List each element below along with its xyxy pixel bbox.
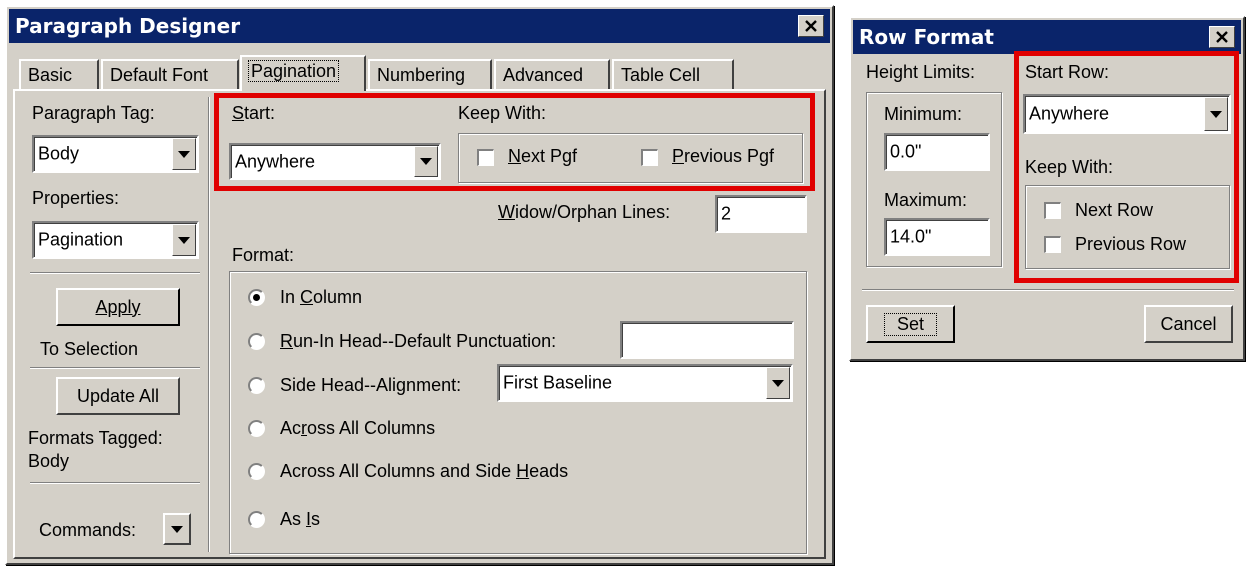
- properties-dropdown-button[interactable]: [172, 224, 196, 256]
- paragraph-tag-combo[interactable]: Body: [32, 135, 199, 173]
- close-button[interactable]: [1209, 26, 1235, 48]
- sidebar-divider: [30, 367, 200, 369]
- in-column-radio[interactable]: [248, 289, 265, 306]
- paragraph-tag-dropdown-button[interactable]: [172, 138, 196, 170]
- properties-label: Properties:: [32, 188, 120, 208]
- radio-selected-dot: [253, 294, 260, 301]
- sidebar-separator: [208, 97, 210, 552]
- maximum-label: Maximum:: [884, 190, 968, 210]
- formats-tagged-label: Formats Tagged:: [28, 428, 163, 448]
- dropdown-arrow-icon: [178, 236, 190, 244]
- cancel-button[interactable]: Cancel: [1144, 305, 1233, 343]
- tab-table-cell[interactable]: Table Cell: [612, 59, 734, 89]
- minimum-label: Minimum:: [884, 104, 963, 124]
- format-label: Format:: [232, 245, 295, 265]
- sidebar-divider: [30, 482, 200, 484]
- paragraph-tag-label: Paragraph Tag:: [32, 103, 155, 123]
- tab-numbering[interactable]: Numbering: [368, 59, 492, 89]
- side-head-alignment-combo[interactable]: First Baseline: [497, 364, 793, 402]
- across-all-columns-side-heads-radio[interactable]: [248, 463, 265, 480]
- close-icon: [805, 20, 817, 32]
- tab-basic[interactable]: Basic: [19, 59, 99, 89]
- maximum-input[interactable]: 14.0": [884, 218, 990, 256]
- commands-dropdown-button[interactable]: [163, 513, 191, 545]
- as-is-label[interactable]: As Is: [280, 509, 320, 530]
- across-all-columns-radio[interactable]: [248, 420, 265, 437]
- as-is-radio[interactable]: [248, 511, 265, 528]
- tab-pagination[interactable]: Pagination: [240, 55, 366, 91]
- widow-orphan-label: Widow/Orphan Lines:: [498, 202, 671, 222]
- side-head-alignment-value: First Baseline: [503, 372, 613, 393]
- highlight-box: [1014, 51, 1239, 283]
- run-in-head-radio[interactable]: [248, 333, 265, 350]
- close-icon: [1216, 31, 1228, 43]
- title-bar[interactable]: Row Format: [853, 20, 1241, 54]
- side-head-alignment-dropdown-button[interactable]: [766, 367, 790, 399]
- window-title: Row Format: [859, 25, 994, 49]
- highlight-box: [214, 93, 815, 191]
- window-title: Paragraph Designer: [15, 14, 241, 38]
- side-head-label[interactable]: Side Head--Alignment:: [280, 375, 461, 396]
- run-in-head-label[interactable]: Run-In Head--Default Punctuation:: [280, 331, 556, 352]
- commands-label: Commands:: [39, 520, 137, 540]
- tab-default-font[interactable]: Default Font: [101, 59, 239, 89]
- apply-button[interactable]: Apply: [56, 288, 180, 326]
- row-format-divider: [862, 289, 1234, 291]
- close-button[interactable]: [798, 15, 824, 37]
- side-head-radio[interactable]: [248, 377, 265, 394]
- across-all-columns-side-heads-label[interactable]: Across All Columns and Side Heads: [280, 461, 568, 482]
- dropdown-arrow-icon: [178, 150, 190, 158]
- properties-value: Pagination: [38, 229, 124, 250]
- dropdown-arrow-icon: [772, 379, 784, 387]
- title-bar[interactable]: Paragraph Designer: [9, 9, 830, 43]
- tab-advanced[interactable]: Advanced: [494, 59, 610, 89]
- formats-tagged-value: Body: [28, 451, 70, 471]
- in-column-label[interactable]: In Column: [280, 287, 362, 308]
- sidebar-divider: [30, 272, 200, 274]
- across-all-columns-label[interactable]: Across All Columns: [280, 418, 435, 439]
- height-limits-label: Height Limits:: [866, 62, 976, 82]
- apply-caption: To Selection: [40, 339, 139, 359]
- minimum-input[interactable]: 0.0": [884, 133, 990, 171]
- properties-combo[interactable]: Pagination: [32, 221, 199, 259]
- dropdown-arrow-icon: [171, 525, 183, 533]
- set-button[interactable]: Set: [866, 305, 955, 343]
- paragraph-tag-value: Body: [38, 143, 80, 164]
- run-in-punctuation-input[interactable]: [620, 321, 794, 359]
- widow-orphan-input[interactable]: 2: [715, 195, 807, 233]
- update-all-button[interactable]: Update All: [56, 377, 180, 415]
